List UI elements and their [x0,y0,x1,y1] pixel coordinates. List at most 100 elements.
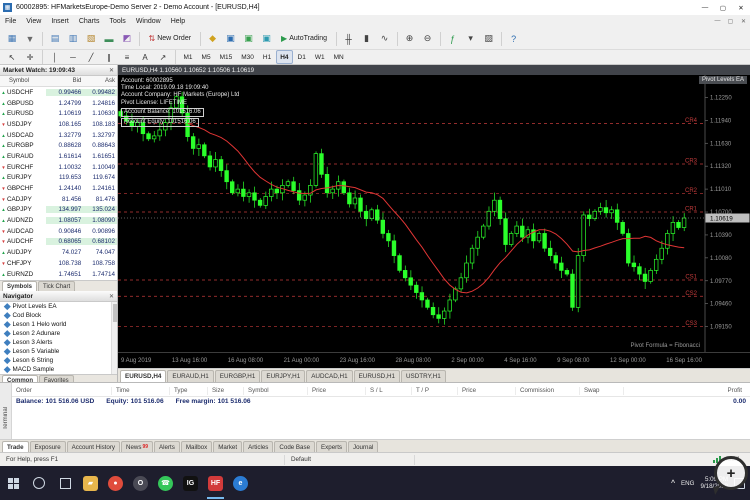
navigator-close-icon[interactable]: ✕ [109,293,114,300]
market-watch-row[interactable]: ▲ EURJPY 119.653 119.674 [0,173,117,184]
terminal-column-profit[interactable]: Profit [624,387,750,395]
terminal-column-symbol[interactable]: Symbol [244,386,308,395]
chart-tab-euraud-h1[interactable]: EURAUD,H1 [167,370,214,382]
chart-tab-eurusd-h1[interactable]: EURUSD,H1 [353,370,400,382]
market-watch-row[interactable]: ▲ EURUSD 1.10619 1.10630 [0,108,117,119]
indicators-icon[interactable]: ƒ [444,30,461,48]
child-restore-icon[interactable]: ▢ [724,18,737,25]
zoom-in-icon[interactable]: ⊕ [401,30,418,48]
market-watch-row[interactable]: ▲ USDCAD 1.32779 1.32797 [0,130,117,141]
terminal-column-size[interactable]: Size [208,386,244,395]
terminal-column-order[interactable]: Order [12,386,112,395]
terminal-tab-alerts[interactable]: Alerts [154,441,180,452]
opera-icon[interactable]: O [128,466,153,500]
terminal-column-price[interactable]: Price [458,386,516,395]
ig-icon[interactable]: IG [178,466,203,500]
timeframe-m15-button[interactable]: M15 [216,50,237,64]
mql5-icon[interactable]: ▣ [222,30,239,48]
terminal-tab-experts[interactable]: Experts [316,441,348,452]
channel-icon[interactable]: ∥ [101,50,118,64]
fibonacci-icon[interactable]: ≡ [119,50,136,64]
timeframe-m30-button[interactable]: M30 [237,50,258,64]
timeframe-m5-button[interactable]: M5 [198,50,215,64]
terminal-tab-mailbox[interactable]: Mailbox [180,441,213,452]
market-watch-row[interactable]: ▲ GBPUSD 1.24799 1.24816 [0,98,117,109]
terminal-column-t-p[interactable]: T / P [412,386,458,395]
menu-item-view[interactable]: View [21,15,46,28]
menu-item-help[interactable]: Help [166,15,190,28]
terminal-tab-account-history[interactable]: Account History [66,441,120,452]
chrome-icon[interactable]: ● [103,466,128,500]
signals-icon[interactable]: ▣ [240,30,257,48]
crosshair-icon[interactable]: ✛ [22,50,39,64]
column-symbol[interactable]: Symbol [0,78,46,84]
vertical-line-icon[interactable]: │ [47,50,64,64]
market-watch-row[interactable]: ▼ EURCHF 1.10032 1.10049 [0,162,117,173]
minimize-button[interactable]: — [696,0,714,15]
market-watch-row[interactable]: ▼ AUDCHF 0.68065 0.68102 [0,237,117,248]
close-button[interactable]: ✕ [732,0,750,15]
menu-item-insert[interactable]: Insert [46,15,74,28]
market-watch-row[interactable]: ▼ CADJPY 81.456 81.476 [0,194,117,205]
child-close-icon[interactable]: ✕ [737,18,750,25]
zoom-out-icon[interactable]: ⊖ [419,30,436,48]
timeframe-mn-button[interactable]: MN [330,50,348,64]
profiles-icon[interactable]: ▼ [22,30,39,48]
timeframe-m1-button[interactable]: M1 [180,50,197,64]
market-watch-row[interactable]: ▲ AUDNZD 1.08057 1.08090 [0,215,117,226]
navigator-item-leson-6-string[interactable]: Leson 6 String [0,356,117,365]
market-watch-row[interactable]: ▼ AUDCAD 0.90846 0.90896 [0,226,117,237]
navigator-scrollbar[interactable] [111,302,117,374]
terminal-tab-articles[interactable]: Articles [243,441,274,452]
data-window-icon[interactable]: ▥ [65,30,82,48]
market-watch-close-icon[interactable]: ✕ [109,67,114,74]
mw-tab-tick-chart[interactable]: Tick Chart [38,281,76,291]
maximize-button[interactable]: ▢ [714,0,732,15]
terminal-tab-code-base[interactable]: Code Base [274,441,316,452]
timeframe-h1-button[interactable]: H1 [259,50,275,64]
column-bid[interactable]: Bid [46,78,82,84]
navigator-icon[interactable]: ▧ [83,30,100,48]
terminal-tab-news[interactable]: News 99 [120,441,154,452]
terminal-tab-exposure[interactable]: Exposure [29,441,66,452]
edge-icon[interactable]: e [228,466,253,500]
timeframe-d1-button[interactable]: D1 [294,50,310,64]
file-explorer-icon[interactable]: ▰ [78,466,103,500]
text-label-icon[interactable]: A [137,50,154,64]
market-watch-row[interactable]: ▲ EURNZD 1.74651 1.74714 [0,269,117,280]
market-watch-row[interactable]: ▼ USDJPY 108.165 108.183 [0,119,117,130]
market-watch-row[interactable]: ▲ USDCHF 0.99466 0.99482 [0,87,117,98]
market-store-icon[interactable]: ▣ [258,30,275,48]
tray-language[interactable]: ENG [681,480,694,487]
chart-tab-eurjpy-h1[interactable]: EURJPY,H1 [261,370,306,382]
child-minimize-icon[interactable]: — [711,18,724,25]
arrow-object-icon[interactable]: ↗ [155,50,172,64]
chart-tab-eurusd-h4[interactable]: EURUSD,H4 [120,370,167,382]
status-profile[interactable]: Default [285,454,415,465]
navigator-item-macd-sample[interactable]: MACD Sample [0,365,117,374]
terminal-column-s-l[interactable]: S / L [366,386,412,395]
help-icon[interactable]: ? [505,30,522,48]
market-watch-icon[interactable]: ▤ [47,30,64,48]
navigator-item-pivot-levels-ea[interactable]: Pivot Levels EA [0,302,117,311]
line-chart-icon[interactable]: ∿ [376,30,393,48]
market-watch-row[interactable]: ▼ CHFJPY 108.738 108.758 [0,258,117,269]
market-watch-row[interactable]: ▲ EURAUD 1.61614 1.61651 [0,151,117,162]
candles-chart-icon[interactable]: ▮ [358,30,375,48]
menu-item-charts[interactable]: Charts [74,15,105,28]
menu-item-window[interactable]: Window [131,15,166,28]
column-ask[interactable]: Ask [81,78,117,84]
navigator-item-leson-2-adunare[interactable]: Leson 2 Adunare [0,329,117,338]
navigator-item-leson-3-alerts[interactable]: Leson 3 Alerts [0,338,117,347]
chart-time-axis[interactable]: 9 Aug 2019 13 Aug 16:00 16 Aug 08:00 21 Aug… [118,352,750,368]
new-chart-icon[interactable]: ▦ [4,30,21,48]
mw-tab-symbols[interactable]: Symbols [2,281,38,291]
market-watch-row[interactable]: ▲ AUDJPY 74.027 74.047 [0,247,117,258]
start-button[interactable] [0,466,26,500]
chart-tab-audcad-h1[interactable]: AUDCAD,H1 [306,370,353,382]
terminal-column-price[interactable]: Price [308,386,366,395]
market-watch-title[interactable]: Market Watch: 19:09:43 ✕ [0,65,117,76]
chart-tab-usdtry-h1[interactable]: USDTRY,H1 [401,370,446,382]
terminal-tab-trade[interactable]: Trade [2,441,29,452]
navigator-item-leson-1-helo-world[interactable]: Leson 1 Helo world [0,320,117,329]
